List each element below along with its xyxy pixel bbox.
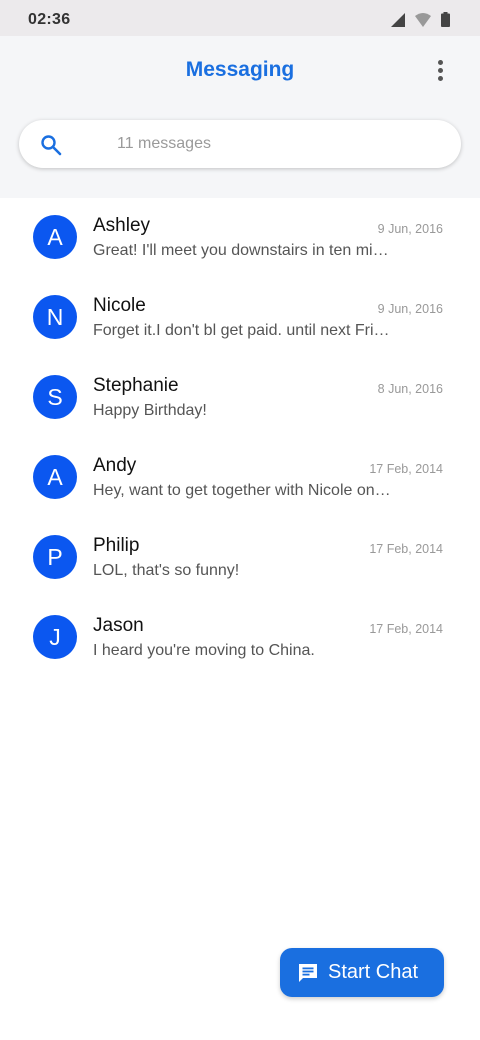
contact-name: Philip — [93, 535, 140, 556]
avatar: A — [33, 455, 77, 499]
wifi-icon — [415, 12, 431, 32]
battery-icon — [441, 12, 450, 32]
message-date: 8 Jun, 2016 — [377, 382, 443, 396]
search-icon[interactable] — [39, 133, 63, 157]
start-chat-button[interactable]: Start Chat — [280, 948, 444, 997]
conversation-item[interactable]: S Stephanie 8 Jun, 2016 Happy Birthday! — [0, 358, 480, 438]
conversation-item[interactable]: N Nicole 9 Jun, 2016 Forget it.I don't b… — [0, 278, 480, 358]
message-date: 9 Jun, 2016 — [377, 302, 443, 316]
message-preview: LOL, that's so funny! — [93, 562, 240, 579]
avatar: J — [33, 615, 77, 659]
contact-name: Stephanie — [93, 375, 179, 396]
avatar: N — [33, 295, 77, 339]
contact-name: Jason — [93, 615, 144, 636]
chat-icon — [296, 961, 320, 985]
avatar: A — [33, 215, 77, 259]
conversation-list: A Ashley 9 Jun, 2016 Great! I'll meet yo… — [0, 198, 480, 678]
message-date: 17 Feb, 2014 — [369, 622, 443, 636]
message-date: 17 Feb, 2014 — [369, 462, 443, 476]
more-vert-icon[interactable] — [428, 56, 452, 84]
message-preview: Forget it.I don't bl get paid. until nex… — [93, 322, 393, 339]
menu-dot — [437, 67, 443, 73]
page-title: Messaging — [185, 58, 295, 81]
message-preview: Hey, want to get together with Nicole on… — [93, 482, 393, 499]
message-date: 9 Jun, 2016 — [377, 222, 443, 236]
conversation-item[interactable]: A Ashley 9 Jun, 2016 Great! I'll meet yo… — [0, 198, 480, 278]
contact-name: Nicole — [93, 295, 146, 316]
status-icons — [391, 12, 450, 32]
conversation-item[interactable]: J Jason 17 Feb, 2014 I heard you're movi… — [0, 598, 480, 678]
contact-name: Ashley — [93, 215, 151, 236]
message-date: 17 Feb, 2014 — [369, 542, 443, 556]
menu-dot — [437, 75, 443, 81]
status-time: 02:36 — [28, 11, 71, 28]
avatar: P — [33, 535, 77, 579]
message-preview: Great! I'll meet you downstairs in ten m… — [93, 242, 393, 259]
message-preview: I heard you're moving to China. — [93, 642, 315, 659]
message-preview: Happy Birthday! — [93, 402, 207, 419]
start-chat-label: Start Chat — [328, 961, 419, 983]
search-input[interactable] — [117, 132, 417, 156]
contact-name: Andy — [93, 455, 137, 476]
signal-icon — [391, 12, 405, 32]
search-bar[interactable] — [19, 120, 461, 168]
conversation-item[interactable]: P Philip 17 Feb, 2014 LOL, that's so fun… — [0, 518, 480, 598]
status-bar: 02:36 — [0, 0, 480, 36]
app-header: Messaging — [0, 36, 480, 198]
conversation-item[interactable]: A Andy 17 Feb, 2014 Hey, want to get tog… — [0, 438, 480, 518]
menu-dot — [437, 59, 443, 65]
avatar: S — [33, 375, 77, 419]
